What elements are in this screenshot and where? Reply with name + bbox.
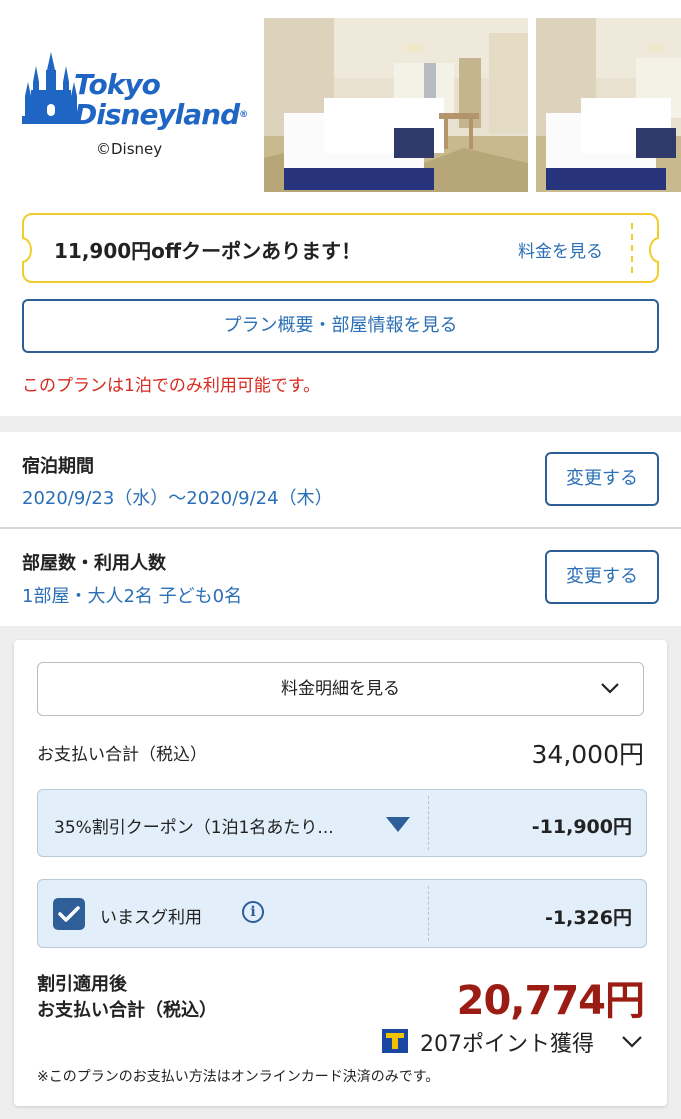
coupon-discount-amount: -11,900円 (531, 816, 632, 838)
hotel-header: Tokyo Disneyland® ©Disney (0, 0, 681, 200)
imasugu-label: いまスグ利用 (100, 908, 202, 928)
coupon-banner[interactable]: 11,900円offクーポンあります！ 料金を見る (22, 213, 659, 283)
room-image (536, 18, 681, 192)
coupon-text: 11,900円offクーポンあります！ (54, 239, 362, 263)
logo-registered: ® (239, 110, 248, 120)
total-label: お支払い合計（税込） (37, 745, 207, 765)
after-discount-label: 割引適用後 お支払い合計（税込） (37, 972, 217, 1024)
logo-line-tokyo: Tokyo (74, 68, 161, 101)
checkmark-icon (58, 906, 80, 922)
ticket-perforation (631, 223, 633, 273)
view-price-link[interactable]: 料金を見る (518, 237, 603, 262)
price-detail-button[interactable]: 料金明細を見る (37, 662, 644, 716)
change-period-button[interactable]: 変更する (545, 452, 659, 506)
ticket-notch (649, 237, 659, 263)
price-detail-label: 料金明細を見る (281, 679, 400, 699)
after-discount-label-line1: 割引適用後 (37, 974, 127, 995)
plan-restriction-note: このプランは1泊でのみ利用可能です。 (22, 376, 321, 396)
hotel-room-photo[interactable] (536, 18, 681, 192)
info-icon[interactable]: i (242, 901, 264, 923)
section-divider (0, 416, 681, 432)
imasugu-amount: -1,326円 (545, 907, 632, 929)
chevron-down-icon (601, 683, 619, 694)
points-earned[interactable]: 207ポイント獲得 (382, 1026, 644, 1057)
stay-period-value: 2020/9/23（水）〜2020/9/24（木） (22, 488, 333, 509)
total-value: 34,000円 (531, 740, 644, 769)
room-image (264, 18, 528, 192)
change-rooms-button[interactable]: 変更する (545, 550, 659, 604)
after-discount-total: 20,774円 (456, 978, 645, 1024)
triangle-down-icon[interactable] (386, 817, 410, 832)
rooms-guests-row: 部屋数・利用人数 1部屋・大人2名 子ども0名 変更する (0, 529, 681, 626)
hotel-room-photo[interactable] (264, 18, 528, 192)
logo-line-disneyland: Disneyland (74, 98, 240, 131)
dashed-divider (428, 886, 429, 941)
tpoint-icon (382, 1029, 408, 1053)
chevron-down-icon[interactable] (620, 1030, 644, 1052)
coupon-discount-row[interactable]: 35%割引クーポン（1泊1名あたり... -11,900円 (37, 789, 647, 857)
coupon-discount-label: 35%割引クーポン（1泊1名あたり... (54, 818, 334, 838)
logo-copyright: ©Disney (96, 140, 163, 158)
rooms-guests-title: 部屋数・利用人数 (22, 553, 166, 574)
dashed-divider (428, 796, 429, 850)
ticket-notch (22, 237, 32, 263)
imasugu-discount-row: いまスグ利用 i -1,326円 (37, 879, 647, 948)
stay-period-row: 宿泊期間 2020/9/23（水）〜2020/9/24（木） 変更する (0, 432, 681, 527)
payment-method-note: ※このプランのお支払い方法はオンラインカード決済のみです。 (37, 1069, 440, 1085)
castle-icon (22, 52, 80, 124)
stay-period-title: 宿泊期間 (22, 456, 94, 477)
after-discount-label-line2: お支払い合計（税込） (37, 1000, 217, 1021)
points-earned-text: 207ポイント獲得 (420, 1032, 594, 1057)
tokyo-disneyland-logo: Tokyo Disneyland® ©Disney (18, 40, 248, 170)
plan-overview-button[interactable]: プラン概要・部屋情報を見る (22, 299, 659, 353)
imasugu-checkbox[interactable] (53, 898, 85, 930)
rooms-guests-value: 1部屋・大人2名 子ども0名 (22, 586, 243, 607)
